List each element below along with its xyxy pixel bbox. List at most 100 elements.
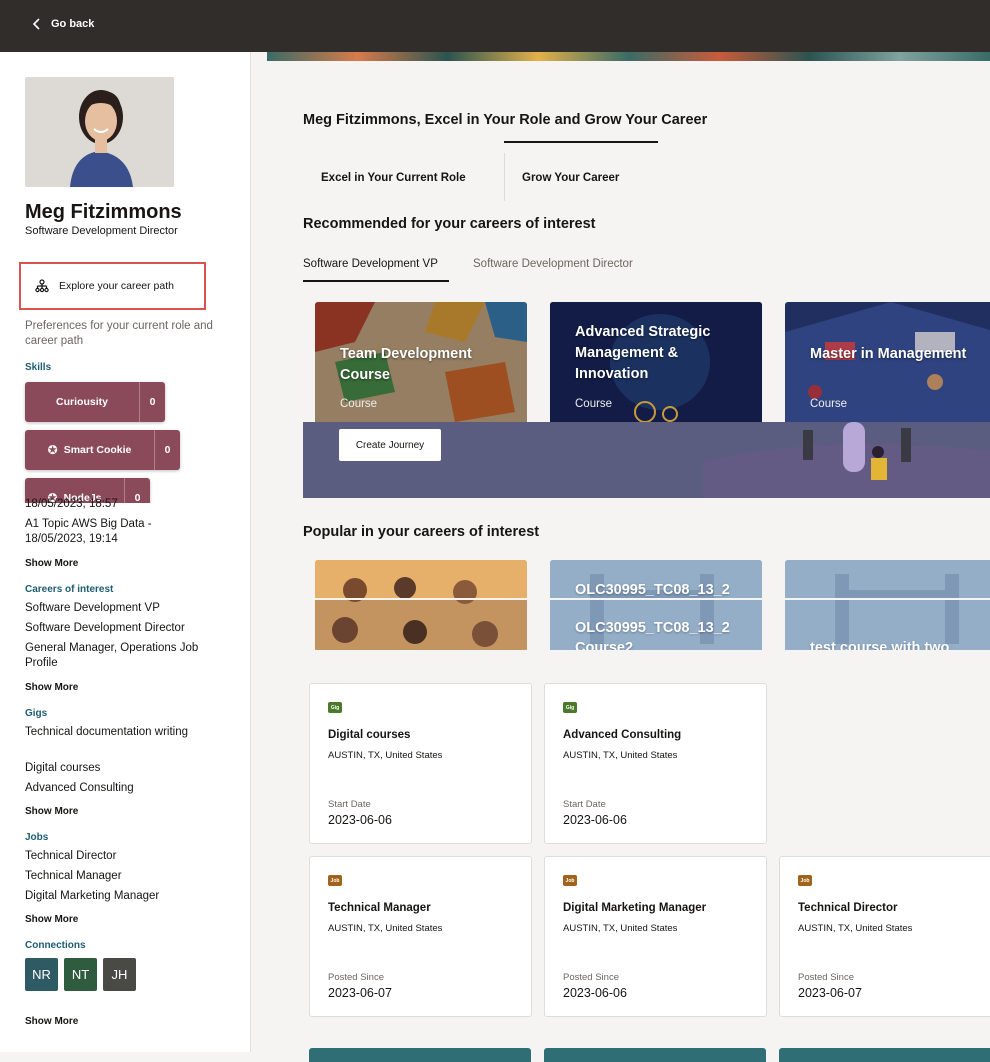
- course-title: OLC30995_TC08_13_2: [575, 582, 730, 598]
- page-title: Meg Fitzimmons, Excel in Your Role and G…: [303, 112, 708, 128]
- jobs-label: Jobs: [25, 832, 49, 843]
- card-location: AUSTIN, TX, United States: [798, 923, 913, 934]
- skill-chip[interactable]: Curiousity 0: [25, 382, 165, 422]
- skills-show-more[interactable]: Show More: [25, 558, 78, 569]
- tab-grow-career[interactable]: Grow Your Career: [522, 172, 619, 184]
- jobs-show-more[interactable]: Show More: [25, 914, 78, 925]
- job-card[interactable]: Job Digital Marketing Manager AUSTIN, TX…: [544, 856, 767, 1017]
- card-title: Technical Manager: [328, 902, 431, 914]
- chevron-left-icon: [32, 18, 40, 30]
- decorative-banner: [267, 52, 990, 61]
- career-item[interactable]: Software Development VP: [25, 601, 215, 616]
- gig-card[interactable]: Gig Digital courses AUSTIN, TX, United S…: [309, 683, 532, 844]
- card-title: Digital Marketing Manager: [563, 902, 707, 914]
- card-date-label: Start Date: [328, 799, 371, 810]
- job-item[interactable]: Digital Marketing Manager: [25, 889, 215, 904]
- popular-course-card[interactable]: [315, 560, 527, 650]
- job-card[interactable]: Job Technical Director AUSTIN, TX, Unite…: [779, 856, 990, 1017]
- connection-avatar[interactable]: NT: [64, 958, 97, 991]
- subtab-underline: [303, 280, 449, 282]
- gig-badge: Gig: [328, 702, 342, 713]
- card-date-label: Posted Since: [563, 972, 619, 983]
- card-top-strip: [309, 1048, 531, 1062]
- job-badge: Job: [798, 875, 812, 886]
- skills-list: Curiousity 0 ✪ Smart Cookie 0 ✪ NodeJs 0: [0, 377, 250, 503]
- go-back-button[interactable]: Go back: [32, 18, 94, 30]
- tab-divider: [504, 153, 505, 201]
- card-date: 2023-06-06: [328, 813, 392, 827]
- popular-course-card[interactable]: test course with two: [785, 560, 990, 650]
- heading-underline: [504, 141, 658, 143]
- profile-sidebar: Meg Fitzimmons Software Development Dire…: [0, 52, 251, 1052]
- skills-label: Skills: [25, 362, 52, 373]
- card-location: AUSTIN, TX, United States: [563, 923, 678, 934]
- connections-label: Connections: [25, 940, 86, 951]
- explore-career-path-label: Explore your career path: [59, 280, 174, 292]
- gig-item[interactable]: Advanced Consulting: [25, 781, 215, 796]
- skill-name: Curiousity: [56, 396, 108, 408]
- course-type: Course: [340, 398, 378, 410]
- recommended-course-card[interactable]: Team Development Course Course: [315, 302, 527, 422]
- profile-photo: [25, 77, 174, 187]
- card-title: Advanced Consulting: [563, 729, 682, 741]
- gig-item[interactable]: Technical documentation writing: [25, 725, 215, 740]
- profile-name: Meg Fitzimmons: [25, 201, 182, 223]
- careers-label: Careers of interest: [25, 584, 114, 595]
- preferences-text: Preferences for your current role and ca…: [25, 320, 213, 347]
- org-chart-icon: [35, 279, 49, 293]
- card-date: 2023-06-07: [798, 986, 862, 1000]
- card-title: Technical Director: [798, 902, 898, 914]
- card-date-label: Posted Since: [798, 972, 854, 983]
- job-badge: Job: [328, 875, 342, 886]
- skill-count: 0: [154, 430, 180, 470]
- top-bar: Go back: [0, 0, 990, 52]
- gigs-show-more[interactable]: Show More: [25, 806, 78, 817]
- popular-course-card[interactable]: OLC30995_TC08_13_2 OLC30995_TC08_13_2 Co…: [550, 560, 762, 650]
- job-item[interactable]: Technical Director: [25, 849, 215, 864]
- card-location: AUSTIN, TX, United States: [328, 750, 443, 761]
- gig-item[interactable]: Digital courses: [25, 761, 215, 776]
- job-item[interactable]: Technical Manager: [25, 869, 215, 884]
- profile-job-title: Software Development Director: [25, 225, 178, 237]
- course-title: test course with two: [810, 640, 950, 650]
- card-location: AUSTIN, TX, United States: [563, 750, 678, 761]
- explore-career-path-button[interactable]: Explore your career path: [19, 262, 206, 310]
- course-type: Course: [575, 398, 613, 410]
- recommended-course-card[interactable]: Master in Management Course: [785, 302, 990, 422]
- card-title: Digital courses: [328, 729, 411, 741]
- gigs-label: Gigs: [25, 708, 48, 719]
- tab-excel-current-role[interactable]: Excel in Your Current Role: [321, 172, 466, 184]
- connection-avatar[interactable]: NR: [25, 958, 58, 991]
- card-date: 2023-06-07: [328, 986, 392, 1000]
- job-badge: Job: [563, 875, 577, 886]
- card-top-strip: [779, 1048, 990, 1062]
- main-content: Meg Fitzimmons, Excel in Your Role and G…: [267, 52, 990, 1062]
- recommended-course-card[interactable]: Advanced Strategic Management & Innovati…: [550, 302, 762, 422]
- course-title: Master in Management: [810, 346, 967, 362]
- gig-card[interactable]: Gig Advanced Consulting AUSTIN, TX, Unit…: [544, 683, 767, 844]
- connections-show-more[interactable]: Show More: [25, 1016, 78, 1027]
- go-back-label: Go back: [51, 18, 95, 30]
- course-type: Course: [810, 398, 848, 410]
- card-location: AUSTIN, TX, United States: [328, 923, 443, 934]
- career-item[interactable]: General Manager, Operations Job Profile: [25, 641, 215, 671]
- create-journey-button[interactable]: Create Journey: [339, 429, 441, 461]
- card-top-strip: [544, 1048, 766, 1062]
- subtab-software-development-vp[interactable]: Software Development VP: [303, 258, 438, 270]
- skill-name: Smart Cookie: [63, 444, 132, 456]
- card-date-label: Start Date: [563, 799, 606, 810]
- skill-activity-text: A1 Topic AWS Big Data - 18/05/2023, 19:1…: [25, 518, 152, 545]
- gig-badge: Gig: [563, 702, 577, 713]
- connection-avatar[interactable]: JH: [103, 958, 136, 991]
- career-item[interactable]: Software Development Director: [25, 621, 215, 636]
- course-title: Advanced Strategic Management & Innovati…: [575, 324, 711, 382]
- careers-show-more[interactable]: Show More: [25, 682, 78, 693]
- job-card[interactable]: Job Technical Manager AUSTIN, TX, United…: [309, 856, 532, 1017]
- subtab-software-development-director[interactable]: Software Development Director: [473, 258, 633, 270]
- course-title: Team Development Course: [340, 346, 472, 383]
- card-date-label: Posted Since: [328, 972, 384, 983]
- skill-chip[interactable]: ✪ Smart Cookie 0: [25, 430, 180, 470]
- skill-activity-text: 18/05/2023, 18:57: [25, 498, 118, 510]
- badge-icon: ✪: [47, 443, 58, 457]
- course-title: OLC30995_TC08_13_2 Course2: [575, 620, 730, 650]
